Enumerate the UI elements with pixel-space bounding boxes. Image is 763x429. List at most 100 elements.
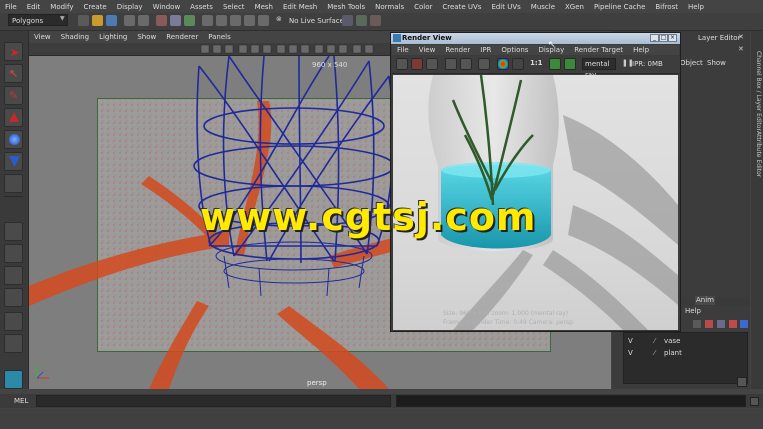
new-layer-icon[interactable]: [693, 320, 701, 328]
render-region-icon[interactable]: [411, 58, 423, 70]
select-by-component-icon[interactable]: [184, 15, 195, 26]
menu-edit-mesh[interactable]: Edit Mesh: [278, 3, 322, 11]
menu-bifrost[interactable]: Bifrost: [650, 3, 683, 11]
layer-help-menu[interactable]: Help: [685, 307, 701, 315]
renderer-select[interactable]: mental ray: [582, 58, 616, 79]
menu-display[interactable]: Display: [112, 3, 148, 11]
layout-two-side-icon[interactable]: [4, 266, 23, 285]
menu-edit[interactable]: Edit: [22, 3, 46, 11]
menu-xgen[interactable]: XGen: [560, 3, 589, 11]
maya-home-icon[interactable]: [4, 370, 23, 389]
layer-visibility-toggle[interactable]: V: [628, 348, 633, 359]
snap-point-icon[interactable]: [230, 15, 241, 26]
layer-sort-icon[interactable]: [740, 320, 748, 328]
tab-attribute-editor[interactable]: Attribute Editor: [752, 131, 762, 177]
render-view-menu-view[interactable]: View: [414, 46, 441, 54]
menu-assets[interactable]: Assets: [185, 3, 218, 11]
menu-select[interactable]: Select: [218, 3, 250, 11]
refresh-icon[interactable]: [460, 58, 472, 70]
layout-graph-icon[interactable]: [4, 334, 23, 353]
remove-image-icon[interactable]: [564, 58, 576, 70]
layer-row-vase[interactable]: V ⁄ vase: [624, 336, 747, 347]
render-view-menu-render[interactable]: Render: [440, 46, 475, 54]
ipr-refresh-icon[interactable]: [445, 58, 457, 70]
render-view-titlebar[interactable]: Render View: [391, 33, 680, 44]
layer-edit-icon[interactable]: ⁄: [654, 336, 655, 347]
viewport-menu-lighting[interactable]: Lighting: [94, 33, 132, 41]
menu-create[interactable]: Create: [78, 3, 111, 11]
viewport-menu-show[interactable]: Show: [132, 33, 161, 41]
render-view-menu-options[interactable]: Options: [496, 46, 533, 54]
select-tool[interactable]: ➤: [4, 42, 23, 61]
save-icon[interactable]: [106, 15, 117, 26]
menu-create-uvs[interactable]: Create UVs: [437, 3, 486, 11]
script-editor-button[interactable]: [750, 397, 759, 406]
scale-tool[interactable]: [4, 152, 23, 171]
new-scene-icon[interactable]: [78, 15, 89, 26]
rotate-tool[interactable]: [4, 130, 23, 149]
menu-window[interactable]: Window: [148, 3, 186, 11]
menu-help[interactable]: Help: [683, 3, 709, 11]
channel-box-show-menu[interactable]: Show: [707, 59, 726, 67]
layout-two-stacked-icon[interactable]: [4, 288, 23, 307]
display-options-icon[interactable]: [478, 58, 490, 70]
new-layer-selected-icon[interactable]: [705, 320, 713, 328]
viewport-menu-renderer[interactable]: Renderer: [161, 33, 203, 41]
menu-set-select[interactable]: Polygons: [8, 14, 68, 26]
channel-box-object-menu[interactable]: Object: [680, 59, 703, 67]
layout-four-icon[interactable]: [4, 244, 23, 263]
render-frame-icon[interactable]: [396, 58, 408, 70]
close-icon-secondary[interactable]: ✕: [738, 45, 744, 53]
viewport-menu-view[interactable]: View: [29, 33, 56, 41]
zoom-ratio[interactable]: 1:1: [530, 59, 543, 67]
layer-color-icon[interactable]: [729, 320, 737, 328]
menu-normals[interactable]: Normals: [370, 3, 409, 11]
menu-muscle[interactable]: Muscle: [526, 3, 560, 11]
menu-pipeline-cache[interactable]: Pipeline Cache: [589, 3, 650, 11]
rgb-channels-icon[interactable]: [497, 58, 509, 70]
move-tool[interactable]: [4, 108, 23, 127]
open-folder-icon[interactable]: [92, 15, 103, 26]
render-view-menu-render-target[interactable]: Render Target: [569, 46, 628, 54]
layer-visibility-toggle[interactable]: V: [628, 336, 633, 347]
render-view-menu-help[interactable]: Help: [628, 46, 654, 54]
menu-file[interactable]: File: [0, 3, 22, 11]
menu-color[interactable]: Color: [409, 3, 437, 11]
select-by-hierarchy-icon[interactable]: [156, 15, 167, 26]
menu-modify[interactable]: Modify: [45, 3, 78, 11]
menu-mesh-tools[interactable]: Mesh Tools: [322, 3, 370, 11]
snap-surface-icon[interactable]: [258, 15, 269, 26]
mel-command-input[interactable]: [36, 395, 391, 407]
render-settings-icon[interactable]: [370, 15, 381, 26]
snap-grid-icon[interactable]: [202, 15, 213, 26]
minimize-button[interactable]: _: [650, 34, 659, 42]
layout-outliner-icon[interactable]: [4, 312, 23, 331]
last-tool[interactable]: [4, 174, 23, 193]
mel-label[interactable]: MEL: [14, 397, 28, 405]
keep-image-icon[interactable]: [549, 58, 561, 70]
undo-icon[interactable]: [124, 15, 135, 26]
snapshot-icon[interactable]: [426, 58, 438, 70]
menu-mesh[interactable]: Mesh: [250, 3, 278, 11]
close-button[interactable]: ×: [668, 34, 677, 42]
viewport-menu-shading[interactable]: Shading: [56, 33, 94, 41]
tab-anim[interactable]: Anim: [695, 296, 715, 305]
ipr-render-icon[interactable]: [356, 15, 367, 26]
select-by-object-icon[interactable]: [170, 15, 181, 26]
alpha-channel-icon[interactable]: [512, 58, 524, 70]
live-surface-label[interactable]: No Live Surface: [289, 17, 344, 25]
tab-channel-box[interactable]: Channel Box / Layer Editor: [752, 51, 762, 131]
lasso-tool[interactable]: ↖: [4, 64, 23, 83]
maximize-button[interactable]: □: [659, 34, 668, 42]
layer-editor-corner-button[interactable]: [737, 377, 747, 387]
snap-view-icon[interactable]: [244, 15, 255, 26]
render-view-menu-ipr[interactable]: IPR: [475, 46, 496, 54]
layout-single-icon[interactable]: [4, 222, 23, 241]
redo-icon[interactable]: [138, 15, 149, 26]
close-icon[interactable]: ✕: [738, 33, 744, 41]
layer-edit-icon[interactable]: ⁄: [654, 348, 655, 359]
magnet-icon[interactable]: ⊗: [276, 15, 282, 23]
render-current-frame-icon[interactable]: [342, 15, 353, 26]
viewport-menu-panels[interactable]: Panels: [203, 33, 236, 41]
menu-edit-uvs[interactable]: Edit UVs: [486, 3, 525, 11]
